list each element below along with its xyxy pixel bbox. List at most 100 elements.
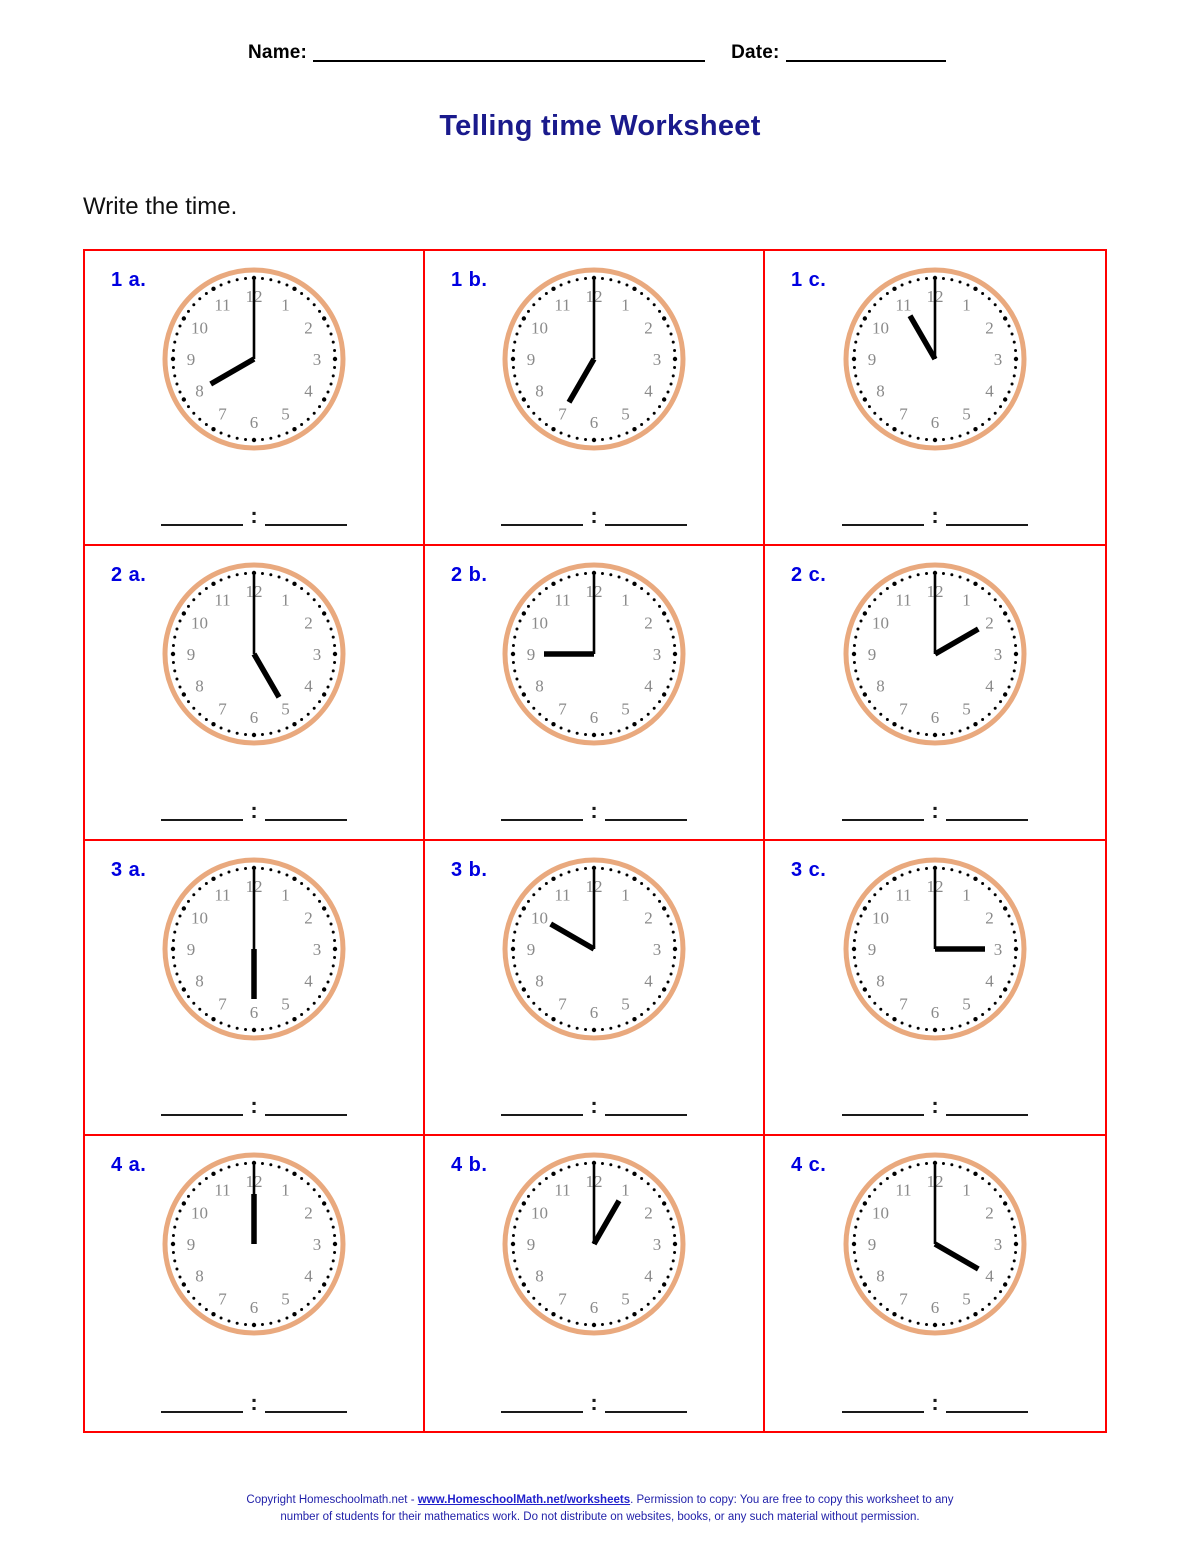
answer-minute-blank[interactable] (265, 1092, 347, 1116)
clock-numeral: 1 (621, 885, 630, 904)
clock-numeral: 3 (653, 940, 662, 959)
answer-hour-blank[interactable] (501, 797, 583, 821)
clock-numeral: 4 (644, 972, 653, 991)
clock-numeral: 4 (985, 677, 994, 696)
footer-copyright: Copyright Homeschoolmath.net - www.Homes… (0, 1492, 1200, 1526)
answer-minute-blank[interactable] (605, 1092, 687, 1116)
clock-numeral: 2 (985, 909, 994, 928)
problem-cell: 2 b.121234567891011: (425, 546, 765, 841)
clock-numeral: 11 (214, 295, 230, 314)
answer-minute-blank[interactable] (265, 1389, 347, 1413)
answer-hour-blank[interactable] (501, 1389, 583, 1413)
clock-numeral: 10 (872, 1204, 889, 1223)
clock-numeral: 6 (250, 1298, 259, 1317)
answer-hour-blank[interactable] (161, 502, 243, 526)
answer-colon: : (250, 1093, 258, 1118)
clock-face: 121234567891011 (502, 857, 686, 1041)
clock-face: 121234567891011 (502, 562, 686, 746)
clock-1c: 121234567891011 (835, 259, 1035, 459)
problem-cell: 1 c.121234567891011: (765, 251, 1105, 546)
clock-face: 121234567891011 (162, 857, 346, 1041)
problem-label: 3 a. (111, 859, 147, 881)
clock-numeral: 1 (281, 295, 290, 314)
answer-colon: : (931, 798, 939, 823)
answer-line: : (830, 797, 1040, 823)
problem-cell: 3 c.121234567891011: (765, 841, 1105, 1136)
clock-numeral: 9 (527, 1235, 536, 1254)
answer-hour-blank[interactable] (842, 1389, 924, 1413)
clock-numeral: 1 (621, 590, 630, 609)
answer-colon: : (250, 798, 258, 823)
clock-numeral: 5 (962, 1290, 971, 1309)
answer-minute-blank[interactable] (946, 502, 1028, 526)
instruction-text: Write the time. (83, 193, 238, 220)
name-label: Name: (248, 42, 308, 63)
clock-numeral: 7 (218, 1290, 227, 1309)
clock-2a: 121234567891011 (154, 554, 354, 754)
clock-numeral: 9 (187, 1235, 196, 1254)
answer-colon: : (931, 1093, 939, 1118)
footer-line1-pre: Copyright Homeschoolmath.net - (246, 1494, 418, 1506)
answer-hour-blank[interactable] (842, 1092, 924, 1116)
answer-minute-blank[interactable] (605, 502, 687, 526)
answer-line: : (489, 797, 699, 822)
clock-4a: 121234567891011 (154, 1144, 354, 1344)
clock-numeral: 11 (895, 885, 911, 904)
answer-minute-blank[interactable] (605, 1389, 687, 1413)
answer-hour-blank[interactable] (161, 797, 243, 821)
answer-minute-blank[interactable] (946, 1092, 1028, 1116)
problem-label: 3 c. (791, 859, 827, 881)
clock-numeral: 5 (281, 1290, 290, 1309)
problem-cell: 2 a.121234567891011: (85, 546, 425, 841)
answer-colon: : (590, 503, 598, 528)
answer-minute-blank[interactable] (265, 797, 347, 821)
clock-numeral: 7 (218, 405, 227, 424)
answer-line: : (489, 1389, 699, 1414)
clock-numeral: 5 (281, 995, 290, 1014)
clock-numeral: 4 (644, 677, 653, 696)
clock-numeral: 8 (195, 972, 204, 991)
answer-hour-blank[interactable] (161, 1389, 243, 1413)
clock-numeral: 8 (535, 1267, 544, 1286)
answer-hour-blank[interactable] (501, 1092, 583, 1116)
clock-numeral: 6 (931, 1003, 940, 1022)
clock-numeral: 6 (590, 413, 599, 432)
clock-numeral: 3 (994, 350, 1003, 369)
date-label: Date: (731, 42, 780, 63)
clock-numeral: 11 (554, 885, 570, 904)
answer-minute-blank[interactable] (946, 1389, 1028, 1413)
answer-colon: : (250, 1390, 258, 1415)
clock-numeral: 7 (899, 1290, 908, 1309)
problem-label: 1 a. (111, 269, 147, 291)
homeschoolmath-link[interactable]: www.HomeschoolMath.net/worksheets (418, 1494, 630, 1506)
clock-numeral: 4 (985, 382, 994, 401)
clock-numeral: 2 (644, 1204, 653, 1223)
clock-numeral: 2 (985, 319, 994, 338)
clock-numeral: 9 (187, 940, 196, 959)
problem-label: 1 b. (451, 269, 488, 291)
clock-numeral: 9 (868, 940, 877, 959)
answer-minute-blank[interactable] (605, 797, 687, 821)
answer-hour-blank[interactable] (501, 502, 583, 526)
clock-numeral: 3 (313, 940, 322, 959)
clock-numeral: 7 (558, 700, 567, 719)
clock-3a: 121234567891011 (154, 849, 354, 1049)
answer-minute-blank[interactable] (265, 502, 347, 526)
clock-1a: 121234567891011 (154, 259, 354, 459)
clock-3c: 121234567891011 (835, 849, 1035, 1049)
date-input-line[interactable] (785, 44, 946, 62)
clock-2c: 121234567891011 (835, 554, 1035, 754)
answer-minute-blank[interactable] (946, 797, 1028, 821)
clock-numeral: 7 (899, 405, 908, 424)
answer-line: : (149, 502, 359, 527)
clock-numeral: 1 (962, 885, 971, 904)
answer-hour-blank[interactable] (842, 502, 924, 526)
clock-numeral: 4 (304, 382, 313, 401)
answer-hour-blank[interactable] (842, 797, 924, 821)
clock-face: 121234567891011 (843, 562, 1027, 746)
answer-line: : (149, 1092, 359, 1118)
problem-cell: 3 a.121234567891011: (85, 841, 425, 1136)
name-input-line[interactable] (313, 44, 706, 62)
clock-numeral: 4 (304, 1267, 313, 1286)
answer-hour-blank[interactable] (161, 1092, 243, 1116)
